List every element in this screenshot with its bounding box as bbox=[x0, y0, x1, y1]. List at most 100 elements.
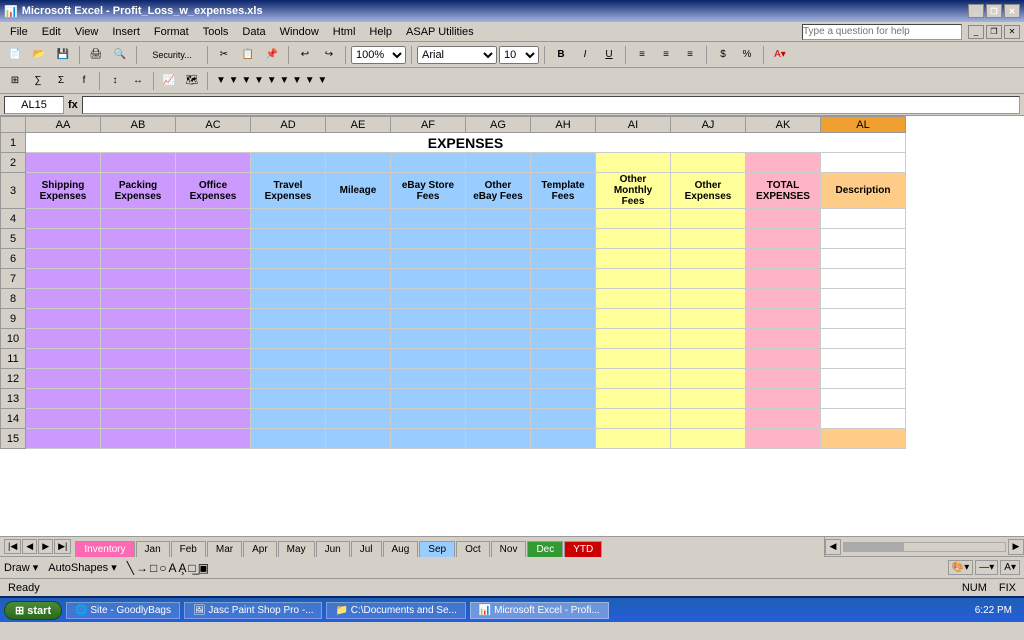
cell-AG5[interactable] bbox=[466, 229, 531, 249]
cell-AL8[interactable] bbox=[821, 289, 906, 309]
cell-AI6[interactable] bbox=[596, 249, 671, 269]
cell-AD6[interactable] bbox=[251, 249, 326, 269]
cell-AD13[interactable] bbox=[251, 389, 326, 409]
cell-AI13[interactable] bbox=[596, 389, 671, 409]
cell-AE5[interactable] bbox=[326, 229, 391, 249]
restore-button[interactable]: ❐ bbox=[986, 4, 1002, 18]
cell-AE12[interactable] bbox=[326, 369, 391, 389]
cell-AE2[interactable] bbox=[326, 153, 391, 173]
cell-AL5[interactable] bbox=[821, 229, 906, 249]
cell-AC6[interactable] bbox=[176, 249, 251, 269]
cell-AC4[interactable] bbox=[176, 209, 251, 229]
cell-AF4[interactable] bbox=[391, 209, 466, 229]
col-header-AD[interactable]: AD bbox=[251, 117, 326, 133]
cell-AA15[interactable] bbox=[26, 429, 101, 449]
zoom-select[interactable]: 100% bbox=[351, 46, 406, 64]
cell-AB6[interactable] bbox=[101, 249, 176, 269]
cell-AL3[interactable]: Description bbox=[821, 173, 906, 209]
line-color-btn[interactable]: —▾ bbox=[975, 560, 998, 575]
cell-AA13[interactable] bbox=[26, 389, 101, 409]
tb2-btn1[interactable]: ⊞ bbox=[4, 71, 26, 91]
cell-AJ10[interactable] bbox=[671, 329, 746, 349]
tb2-btn6[interactable]: ↔ bbox=[127, 71, 149, 91]
tb2-btn2[interactable]: ∑ bbox=[27, 71, 49, 91]
cell-AH8[interactable] bbox=[531, 289, 596, 309]
shadow-tool[interactable]: □̲ bbox=[189, 561, 196, 575]
cell-AE15[interactable] bbox=[326, 429, 391, 449]
cell-AK11[interactable] bbox=[746, 349, 821, 369]
cell-AK7[interactable] bbox=[746, 269, 821, 289]
tb2-btn5[interactable]: ↕ bbox=[104, 71, 126, 91]
menu-tools[interactable]: Tools bbox=[197, 25, 235, 39]
font-size-select[interactable]: 10 bbox=[499, 46, 539, 64]
cell-AJ4[interactable] bbox=[671, 209, 746, 229]
print-button[interactable]: 🖨 bbox=[85, 45, 107, 65]
cell-AA7[interactable] bbox=[26, 269, 101, 289]
menu-asap[interactable]: ASAP Utilities bbox=[400, 25, 480, 39]
cell-AI12[interactable] bbox=[596, 369, 671, 389]
col-header-AH[interactable]: AH bbox=[531, 117, 596, 133]
taskbar-item-0[interactable]: 🌐 Site - GoodlyBags bbox=[66, 602, 180, 619]
menu-view[interactable]: View bbox=[69, 25, 105, 39]
name-box[interactable] bbox=[4, 96, 64, 114]
cell-AK8[interactable] bbox=[746, 289, 821, 309]
col-header-AC[interactable]: AC bbox=[176, 117, 251, 133]
cell-AK10[interactable] bbox=[746, 329, 821, 349]
cell-AD10[interactable] bbox=[251, 329, 326, 349]
row-header-7[interactable]: 7 bbox=[1, 269, 26, 289]
cell-AH14[interactable] bbox=[531, 409, 596, 429]
cell-AL13[interactable] bbox=[821, 389, 906, 409]
cell-AA14[interactable] bbox=[26, 409, 101, 429]
cell-AD8[interactable] bbox=[251, 289, 326, 309]
row-header-1[interactable]: 1 bbox=[1, 133, 26, 153]
sheet-nav[interactable]: |◀ ◀ ▶ ▶| bbox=[0, 537, 71, 556]
cell-AI7[interactable] bbox=[596, 269, 671, 289]
cell-AF3[interactable]: eBay StoreFees bbox=[391, 173, 466, 209]
row-header-10[interactable]: 10 bbox=[1, 329, 26, 349]
row-header-12[interactable]: 12 bbox=[1, 369, 26, 389]
redo-button[interactable]: ↪ bbox=[318, 45, 340, 65]
tab-ytd[interactable]: YTD bbox=[564, 541, 602, 557]
row-header-2[interactable]: 2 bbox=[1, 153, 26, 173]
cell-AB3[interactable]: PackingExpenses bbox=[101, 173, 176, 209]
cell-AI8[interactable] bbox=[596, 289, 671, 309]
cell-AF7[interactable] bbox=[391, 269, 466, 289]
cell-AF6[interactable] bbox=[391, 249, 466, 269]
expenses-title[interactable]: EXPENSES bbox=[26, 133, 906, 153]
row-header-5[interactable]: 5 bbox=[1, 229, 26, 249]
open-button[interactable]: 📂 bbox=[28, 45, 50, 65]
font-name-select[interactable]: Arial bbox=[417, 46, 497, 64]
cell-AB11[interactable] bbox=[101, 349, 176, 369]
menu-format[interactable]: Format bbox=[148, 25, 195, 39]
cell-AF10[interactable] bbox=[391, 329, 466, 349]
cell-AH2[interactable] bbox=[531, 153, 596, 173]
zoom-control[interactable]: 100% bbox=[351, 46, 406, 64]
wordart-tool[interactable]: A̧ bbox=[179, 561, 187, 575]
cell-AJ8[interactable] bbox=[671, 289, 746, 309]
cell-AD4[interactable] bbox=[251, 209, 326, 229]
cell-AE3[interactable]: Mileage bbox=[326, 173, 391, 209]
cell-AB14[interactable] bbox=[101, 409, 176, 429]
textbox-tool[interactable]: A bbox=[169, 561, 177, 575]
menu-file[interactable]: File bbox=[4, 25, 34, 39]
underline-button[interactable]: U bbox=[598, 45, 620, 65]
cell-AB9[interactable] bbox=[101, 309, 176, 329]
tab-aug[interactable]: Aug bbox=[383, 541, 419, 557]
cell-AK9[interactable] bbox=[746, 309, 821, 329]
row-header-14[interactable]: 14 bbox=[1, 409, 26, 429]
col-header-AB[interactable]: AB bbox=[101, 117, 176, 133]
cell-AA8[interactable] bbox=[26, 289, 101, 309]
col-header-AE[interactable]: AE bbox=[326, 117, 391, 133]
cell-AL4[interactable] bbox=[821, 209, 906, 229]
cell-AC9[interactable] bbox=[176, 309, 251, 329]
row-header-4[interactable]: 4 bbox=[1, 209, 26, 229]
cell-AD15[interactable] bbox=[251, 429, 326, 449]
cell-AH15[interactable] bbox=[531, 429, 596, 449]
draw-tools[interactable]: ╲ → □ ○ A A̧ □̲ ▣ bbox=[127, 561, 209, 575]
cell-AC12[interactable] bbox=[176, 369, 251, 389]
fill-btn[interactable]: 🎨▾ bbox=[948, 560, 973, 575]
taskbar-item-1[interactable]: 🖼 Jasc Paint Shop Pro -... bbox=[184, 602, 323, 619]
cell-AB8[interactable] bbox=[101, 289, 176, 309]
cell-AE8[interactable] bbox=[326, 289, 391, 309]
sheet-nav-last[interactable]: ▶| bbox=[54, 539, 71, 554]
